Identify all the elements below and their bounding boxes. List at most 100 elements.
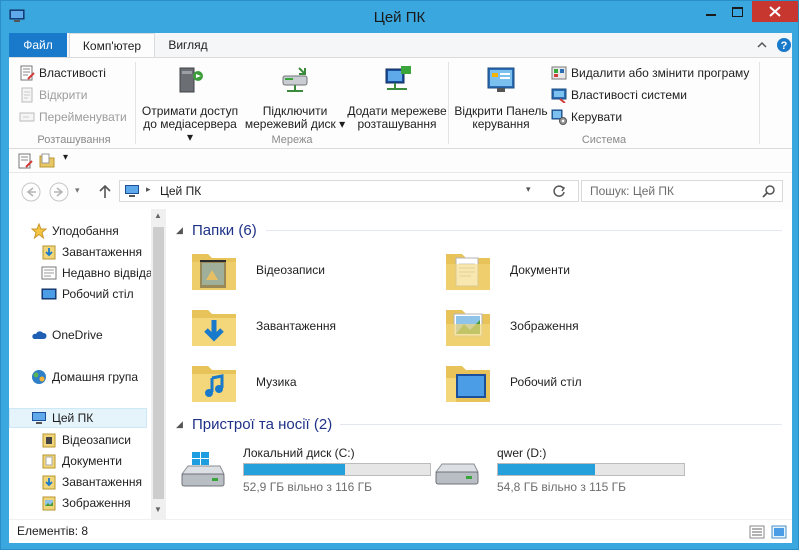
new-folder-icon[interactable] [39, 153, 55, 169]
star-icon [31, 223, 47, 239]
add-network-label-2: розташування [357, 117, 437, 131]
uninstall-program-button[interactable]: Видалити або змінити програму [551, 63, 749, 83]
nav-item-videos[interactable]: Відеозаписи [9, 430, 151, 450]
rename-button[interactable]: Перейменувати [19, 107, 127, 127]
close-button[interactable] [752, 1, 798, 22]
group-network: Отримати доступ до медіасервера ▾ Підклю… [136, 58, 448, 148]
group-network-label: Мережа [271, 134, 313, 146]
drive-free-space: 54,8 ГБ вільно з 115 ГБ [497, 480, 626, 494]
minimize-icon [705, 13, 716, 16]
address-history-icon[interactable]: ▾ [526, 184, 531, 195]
help-icon[interactable]: ? [776, 37, 792, 53]
folder-label: Музика [256, 375, 297, 389]
folder-label: Відеозаписи [256, 263, 325, 277]
downloads-folder-icon [42, 475, 56, 490]
devices-section-label: Пристрої та носії (2) [192, 415, 333, 433]
devices-section-header[interactable]: ◢ Пристрої та носії (2) [176, 414, 332, 434]
network-drive-icon [282, 67, 308, 92]
details-view-icon[interactable] [749, 524, 765, 540]
nav-homegroup-label: Домашня група [52, 370, 139, 384]
homegroup-icon [32, 370, 46, 384]
customize-toolbar-icon[interactable]: ▾ [63, 152, 68, 163]
folder-pictures[interactable]: Зображення [444, 302, 684, 352]
title-bar[interactable]: Цей ПК [1, 1, 798, 33]
status-bar: Елементів: 8 [9, 519, 792, 543]
scroll-down-icon[interactable]: ▼ [154, 505, 162, 514]
desktop-folder-icon [446, 366, 490, 402]
nav-item-desktop[interactable]: Робочий стіл [9, 284, 151, 304]
address-location: Цей ПК [160, 184, 202, 198]
scroll-up-icon[interactable]: ▲ [154, 211, 162, 220]
refresh-icon[interactable] [550, 183, 568, 199]
folder-desktop[interactable]: Робочий стіл [444, 358, 684, 408]
nav-item-label: Завантаження [62, 475, 142, 489]
map-drive-label-2: мережевий диск ▾ [244, 117, 346, 131]
add-network-location-button[interactable]: Додати мережеве розташування [346, 64, 448, 131]
map-drive-button[interactable]: Підключити мережевий диск ▾ [244, 64, 346, 131]
section-divider [340, 424, 782, 425]
nav-item-pictures[interactable]: Зображення [9, 493, 151, 513]
nav-this-pc[interactable]: Цей ПК [9, 408, 147, 428]
folder-music[interactable]: Музика [190, 358, 430, 408]
nav-onedrive[interactable]: OneDrive [9, 325, 151, 345]
collapse-ribbon-icon[interactable] [754, 37, 770, 53]
rename-label: Перейменувати [39, 110, 127, 124]
nav-scrollbar[interactable]: ▲ ▼ [151, 209, 166, 519]
explorer-window: Цей ПК Файл Комп'ютер Вигляд ? Властивос… [0, 0, 799, 550]
open-label: Відкрити [39, 88, 88, 102]
drive-c[interactable]: Локальний диск (C:) 52,9 ГБ вільно з 116… [178, 444, 431, 496]
manage-button[interactable]: Керувати [551, 107, 622, 127]
tab-file[interactable]: Файл [9, 33, 67, 57]
search-icon[interactable] [762, 184, 776, 198]
minimize-button[interactable] [697, 1, 724, 22]
open-icon [21, 87, 33, 103]
nav-item-label: Робочий стіл [62, 287, 134, 301]
recent-locations-icon[interactable]: ▾ [75, 185, 80, 196]
drive-name: Локальний диск (C:) [243, 446, 355, 460]
properties-button[interactable]: Властивості [19, 63, 106, 83]
nav-favorites[interactable]: Уподобання [9, 221, 151, 241]
manage-label: Керувати [571, 110, 623, 124]
drive-d[interactable]: qwer (D:) 54,8 ГБ вільно з 115 ГБ [432, 444, 685, 496]
section-collapse-icon[interactable]: ◢ [176, 225, 186, 236]
folders-section-label: Папки (6) [192, 221, 257, 239]
nav-this-pc-label: Цей ПК [52, 411, 94, 425]
address-bar[interactable]: ▸ Цей ПК ▾ [119, 180, 579, 202]
tab-view[interactable]: Вигляд [157, 33, 219, 57]
content-pane: ◢ Папки (6) Відеозаписи Документи Завант… [166, 209, 792, 519]
folder-documents[interactable]: Документи [444, 246, 684, 296]
control-panel-label-2: керування [472, 117, 530, 131]
computer-icon [125, 185, 139, 197]
forward-icon[interactable] [49, 182, 69, 202]
back-icon[interactable] [21, 182, 41, 202]
properties-icon[interactable] [17, 153, 33, 169]
nav-item-downloads[interactable]: Завантаження [9, 472, 151, 492]
nav-item-documents[interactable]: Документи [9, 451, 151, 471]
tab-computer[interactable]: Комп'ютер [69, 33, 155, 58]
nav-item-recent[interactable]: Недавно відвідані [9, 263, 151, 283]
folders-section-header[interactable]: ◢ Папки (6) [176, 220, 257, 240]
network-location-icon [385, 66, 411, 90]
programs-icon [551, 66, 567, 80]
control-panel-button[interactable]: Відкрити Панель керування [451, 64, 551, 131]
breadcrumb-chevron-icon[interactable]: ▸ [146, 184, 151, 195]
recent-places-icon [41, 266, 57, 280]
documents-folder-icon [42, 454, 56, 469]
up-icon[interactable] [95, 182, 115, 202]
section-divider [266, 230, 782, 231]
large-icons-view-icon[interactable] [771, 524, 787, 540]
open-button[interactable]: Відкрити [19, 85, 88, 105]
quick-access-toolbar: ▾ [9, 149, 792, 173]
search-input[interactable]: Пошук: Цей ПК [581, 180, 783, 202]
nav-scrollbar-thumb[interactable] [153, 227, 164, 499]
section-collapse-icon[interactable]: ◢ [176, 419, 186, 430]
group-system-label: Система [581, 134, 627, 146]
maximize-button[interactable] [724, 1, 751, 22]
folder-videos[interactable]: Відеозаписи [190, 246, 430, 296]
system-properties-button[interactable]: Властивості системи [551, 85, 687, 105]
folder-label: Зображення [510, 319, 579, 333]
media-server-button[interactable]: Отримати доступ до медіасервера ▾ [140, 64, 240, 144]
nav-homegroup[interactable]: Домашня група [9, 367, 151, 387]
nav-item-downloads[interactable]: Завантаження [9, 242, 151, 262]
folder-downloads[interactable]: Завантаження [190, 302, 430, 352]
